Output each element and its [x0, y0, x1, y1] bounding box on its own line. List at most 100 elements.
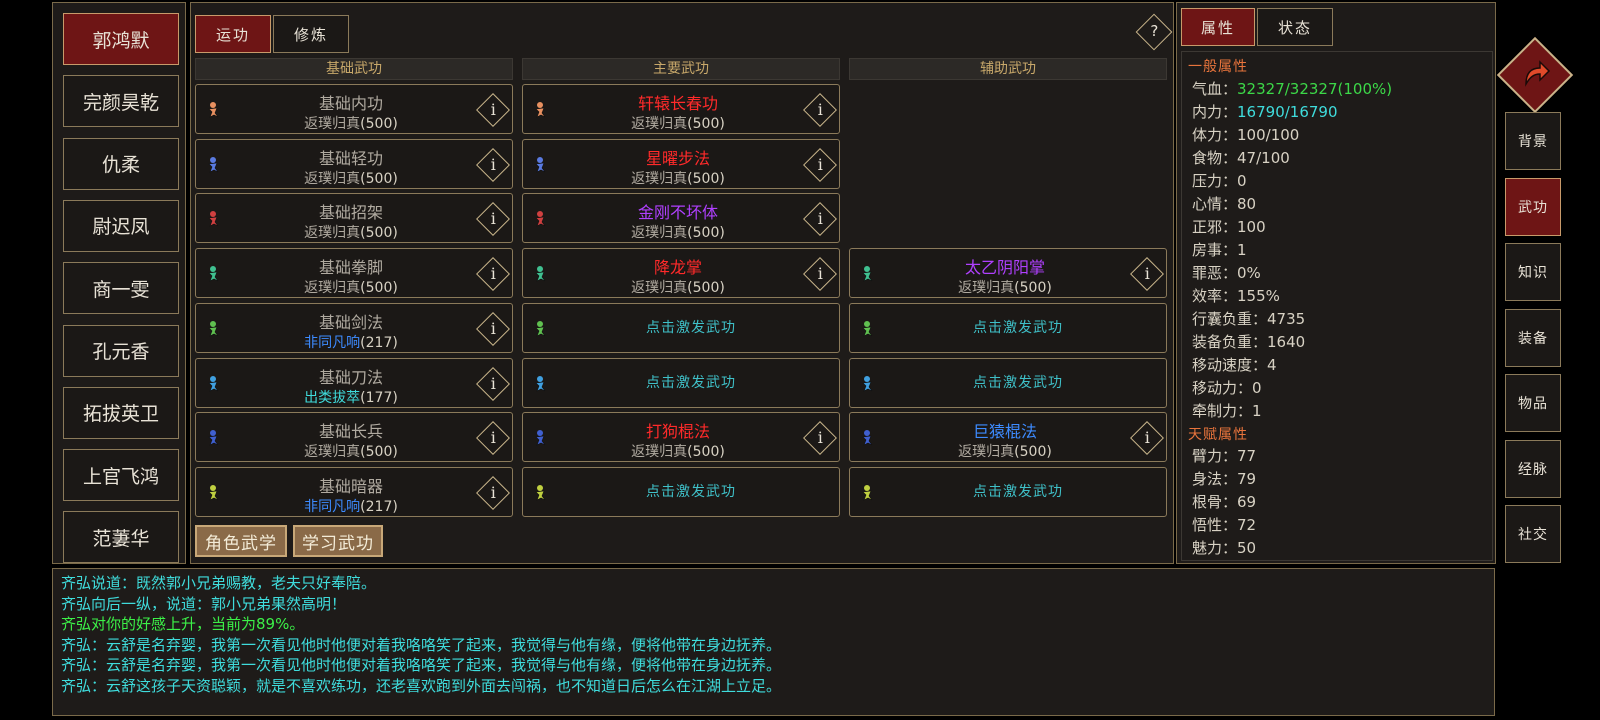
skill-name: 星曜步法 — [645, 148, 710, 168]
info-button[interactable]: i — [803, 147, 837, 182]
info-icon: i — [817, 154, 823, 174]
nav-button[interactable]: 社交 — [1505, 505, 1561, 563]
basic-skill-slot[interactable]: 基础长兵 返璞归真(500) i — [195, 412, 513, 463]
info-button[interactable]: i — [803, 93, 837, 127]
character-button[interactable]: 尉迟凤 — [63, 199, 179, 252]
activate-skill-prompt[interactable]: 点击激发武功 — [880, 359, 1156, 407]
skill-name: 轩辕长春功 — [637, 94, 718, 113]
basic-skill-slot[interactable]: 基础轻功 返璞归真(500) i — [195, 138, 513, 189]
main-skill-slot[interactable]: 点击激发武功 — [522, 302, 840, 353]
info-button[interactable]: i — [1130, 257, 1164, 292]
activate-skill-prompt[interactable]: 点击激发武功 — [553, 304, 829, 352]
info-button[interactable]: i — [1130, 421, 1164, 456]
skill-rank-title: 返璞归真 — [958, 444, 1015, 461]
aux-skill-slot[interactable]: 点击激发武功 — [849, 466, 1167, 517]
info-button[interactable]: i — [803, 202, 837, 237]
qinggong-icon — [531, 155, 549, 173]
character-arts-button[interactable]: 角色武学 — [195, 525, 287, 557]
attribute-value: 0% — [1237, 264, 1261, 282]
learn-arts-button[interactable]: 学习武功 — [293, 525, 383, 557]
nav-button[interactable]: 装备 — [1505, 308, 1561, 367]
skill-rank: 返璞归真(500) — [226, 222, 476, 242]
info-button[interactable]: i — [476, 202, 510, 237]
nav-button[interactable]: 物品 — [1505, 374, 1561, 432]
main-skill-slot[interactable]: 金刚不坏体 返璞归真(500) i — [522, 193, 840, 244]
nav-button[interactable]: 背景 — [1505, 112, 1561, 170]
attribute-row: 气血：32327/32327(100%) — [1192, 78, 1392, 99]
main-skill-slot[interactable]: 星曜步法 返璞归真(500) i — [522, 138, 840, 189]
skill-level: (500) — [360, 280, 398, 297]
tab-practice[interactable]: 运功 — [195, 15, 271, 53]
activate-skill-prompt[interactable]: 点击激发武功 — [880, 468, 1156, 516]
main-skill-slot[interactable]: 降龙掌 返璞归真(500) i — [522, 248, 840, 299]
basic-skill-slot[interactable]: 基础暗器 非同凡响(217) i — [195, 466, 513, 517]
attribute-value: 4 — [1267, 356, 1277, 374]
attribute-label: 内力： — [1192, 103, 1238, 121]
help-button[interactable]: ? — [1135, 13, 1173, 51]
message-log[interactable]: 齐弘说道：既然郭小兄弟赐教，老夫只好奉陪。 齐弘向后一纵，说道：郭小兄弟果然高明！… — [52, 568, 1495, 716]
question-icon: ? — [1150, 22, 1159, 41]
attribute-row: 正邪：100 — [1192, 216, 1266, 237]
skill-rank-title: 返璞归真 — [958, 280, 1015, 297]
character-button[interactable]: 孔元香 — [63, 324, 179, 377]
column-header-main: 主要武功 — [522, 58, 840, 80]
info-icon: i — [817, 264, 823, 284]
tab-status[interactable]: 状态 — [1257, 8, 1333, 46]
skill-name: 基础剑法 — [318, 312, 383, 332]
skill-rank: 返璞归真(500) — [226, 277, 476, 297]
aux-skill-slot[interactable]: 太乙阴阳掌 返璞归真(500) i — [849, 248, 1167, 299]
skill-name: 基础暗器 — [318, 476, 383, 496]
main-skill-slot[interactable]: 点击激发武功 — [522, 466, 840, 517]
basic-skill-slot[interactable]: 基础剑法 非同凡响(217) i — [195, 302, 513, 353]
character-button[interactable]: 完颜昊乾 — [63, 75, 179, 128]
skill-rank: 返璞归真(500) — [226, 441, 476, 461]
info-icon: i — [490, 100, 496, 120]
attribute-list[interactable]: 一般属性 气血：32327/32327(100%) 内力：16790/16790 体力… — [1181, 51, 1493, 561]
attribute-label: 根骨： — [1192, 493, 1238, 511]
skill-rank: 返璞归真(500) — [226, 113, 476, 133]
info-button[interactable]: i — [476, 366, 510, 401]
tab-attributes[interactable]: 属性 — [1181, 8, 1255, 46]
main-skill-slot[interactable]: 打狗棍法 返璞归真(500) i — [522, 412, 840, 463]
basic-skill-slot[interactable]: 基础内功 返璞归真(500) i — [195, 84, 513, 134]
tab-cultivate[interactable]: 修炼 — [273, 15, 349, 53]
attribute-row: 体力：100/100 — [1192, 124, 1299, 145]
attribute-label: 罪恶： — [1192, 264, 1238, 282]
character-button[interactable]: 上官飞鸿 — [63, 449, 179, 502]
column-header-aux: 辅助武功 — [849, 58, 1167, 80]
character-button[interactable]: 范萋华 — [63, 511, 179, 564]
basic-skill-slot[interactable]: 基础拳脚 返璞归真(500) i — [195, 248, 513, 299]
nav-button[interactable]: 武功 — [1505, 177, 1561, 236]
info-button[interactable]: i — [476, 93, 510, 127]
character-button[interactable]: 拓拔英卫 — [63, 386, 179, 439]
skill-rank-title: 非同凡响 — [304, 498, 361, 515]
attribute-label: 食物： — [1192, 149, 1238, 167]
basic-skill-slot[interactable]: 基础刀法 出类拔萃(177) i — [195, 357, 513, 408]
main-skill-slot[interactable]: 轩辕长春功 返璞归真(500) i — [522, 84, 840, 134]
info-button[interactable]: i — [476, 421, 510, 456]
aux-skill-slot[interactable]: 点击激发武功 — [849, 302, 1167, 353]
log-line: 齐弘：云舒这孩子天资聪颖，就是不喜欢练功，还老喜欢跑到外面去闯祸，也不知道日后怎… — [61, 676, 782, 695]
info-button[interactable]: i — [476, 311, 510, 346]
aux-skill-slot[interactable]: 巨猿棍法 返璞归真(500) i — [849, 412, 1167, 463]
info-button[interactable]: i — [803, 257, 837, 292]
info-button[interactable]: i — [476, 147, 510, 182]
aux-skill-slot[interactable]: 点击激发武功 — [849, 357, 1167, 408]
nav-button[interactable]: 经脉 — [1505, 439, 1561, 498]
info-button[interactable]: i — [476, 475, 510, 510]
basic-skill-slot[interactable]: 基础招架 返璞归真(500) i — [195, 193, 513, 244]
activate-skill-prompt[interactable]: 点击激发武功 — [553, 468, 829, 516]
info-icon: i — [817, 428, 823, 448]
character-button[interactable]: 郭鸿默 — [63, 13, 179, 65]
skill-level: (500) — [1014, 444, 1052, 461]
activate-skill-prompt[interactable]: 点击激发武功 — [553, 359, 829, 407]
nav-button[interactable]: 知识 — [1505, 243, 1561, 301]
exit-button[interactable] — [1496, 36, 1574, 114]
hidden-weapon-icon — [531, 483, 549, 501]
main-skill-slot[interactable]: 点击激发武功 — [522, 357, 840, 408]
character-button[interactable]: 仇柔 — [63, 137, 179, 190]
activate-skill-prompt[interactable]: 点击激发武功 — [880, 304, 1156, 352]
character-button[interactable]: 商一雯 — [63, 262, 179, 315]
info-button[interactable]: i — [803, 421, 837, 456]
info-button[interactable]: i — [476, 257, 510, 292]
